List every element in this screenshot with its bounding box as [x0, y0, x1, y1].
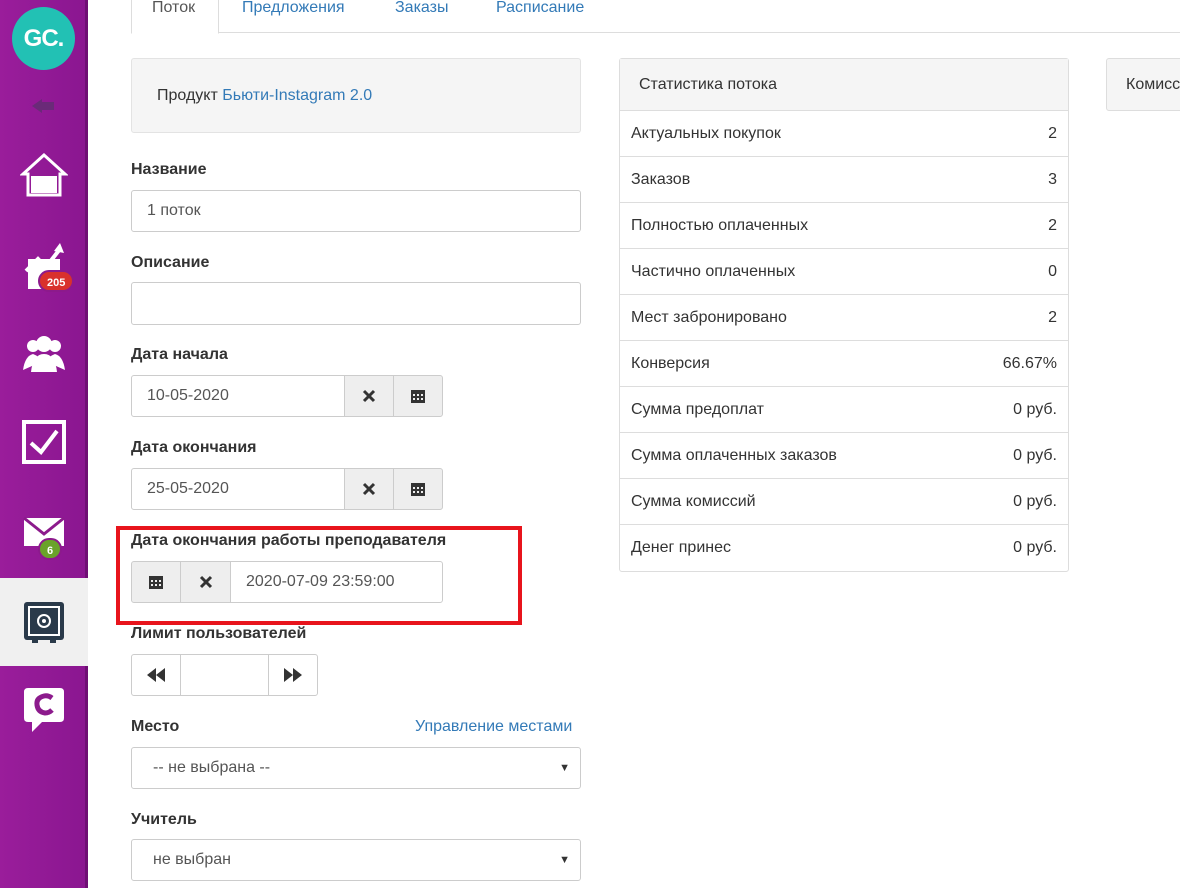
stats-label: Конверсия [631, 354, 710, 372]
stats-label: Сумма комиссий [631, 492, 756, 510]
description-input[interactable] [131, 282, 581, 325]
stats-value: 66.67% [1002, 354, 1057, 372]
name-input[interactable]: 1 поток [131, 190, 581, 232]
stats-row: Мест забронировано 2 [620, 295, 1068, 341]
collapse-icon[interactable] [30, 96, 56, 116]
calendar-icon [149, 576, 163, 589]
tab-schedule[interactable]: Расписание [496, 0, 584, 33]
teacher-end-clear-button[interactable] [180, 561, 231, 603]
stats-value: 3 [1048, 170, 1057, 188]
start-date-label: Дата начала [131, 346, 228, 363]
teacher-end-calendar-button[interactable] [131, 561, 181, 603]
start-date-input[interactable]: 10-05-2020 [131, 375, 345, 417]
chart-icon[interactable] [0, 222, 88, 310]
stats-value: 0 руб. [1013, 400, 1057, 418]
stats-row: Сумма оплаченных заказов 0 руб. [620, 433, 1068, 479]
manage-places-link[interactable]: Управление местами [415, 718, 572, 736]
stats-value: 0 руб. [1013, 539, 1057, 556]
stats-row: Сумма комиссий 0 руб. [620, 479, 1068, 525]
user-limit-input[interactable] [180, 654, 269, 696]
stats-row: Сумма предоплат 0 руб. [620, 387, 1068, 433]
limit-decrease-button[interactable] [131, 654, 181, 696]
end-date-label: Дата окончания [131, 439, 257, 456]
tabs-bar: Поток Предложения Заказы Расписание [131, 0, 1180, 34]
teacher-label: Учитель [131, 811, 197, 828]
stats-title: Статистика потока [620, 59, 1068, 111]
logo[interactable]: GC. [12, 7, 75, 70]
place-label: Место [131, 718, 180, 735]
start-date-clear-button[interactable] [344, 375, 394, 417]
stats-label: Заказов [631, 170, 691, 188]
close-icon [199, 575, 212, 589]
tab-orders[interactable]: Заказы [395, 0, 448, 33]
stats-label: Полностью оплаченных [631, 216, 809, 234]
stats-row: Частично оплаченных 0 [620, 249, 1068, 295]
stats-row: Заказов 3 [620, 157, 1068, 203]
stats-value: 0 руб. [1013, 492, 1057, 510]
commission-panel: Комисс [1106, 58, 1180, 111]
stats-row: Актуальных покупок 2 [620, 111, 1068, 157]
stats-label: Частично оплаченных [631, 262, 796, 280]
sidebar: GC. 205 6 [0, 0, 88, 888]
chat-icon[interactable] [0, 666, 88, 754]
user-limit-label: Лимит пользователей [131, 625, 307, 642]
close-icon [362, 389, 376, 403]
name-label: Название [131, 161, 207, 178]
teacher-select[interactable]: не выбран ▼ [131, 839, 581, 881]
backward-icon [147, 668, 165, 682]
stats-label: Мест забронировано [631, 308, 787, 326]
description-label: Описание [131, 254, 210, 271]
limit-increase-button[interactable] [268, 654, 318, 696]
stats-row: Конверсия 66.67% [620, 341, 1068, 387]
place-select-value: -- не выбрана -- [153, 759, 271, 776]
chevron-down-icon: ▼ [559, 854, 570, 866]
stats-label: Сумма предоплат [631, 400, 764, 418]
end-date-clear-button[interactable] [344, 468, 394, 510]
safe-icon[interactable] [0, 578, 88, 666]
teacher-end-input[interactable]: 2020-07-09 23:59:00 [230, 561, 443, 603]
stats-value: 0 руб. [1013, 446, 1057, 464]
chevron-down-icon: ▼ [559, 762, 570, 774]
stats-label: Денег принес [631, 539, 731, 556]
calendar-icon [411, 483, 425, 496]
stats-value: 0 [1048, 262, 1057, 280]
end-date-input[interactable]: 25-05-2020 [131, 468, 345, 510]
stats-value: 2 [1048, 216, 1057, 234]
forward-icon [284, 668, 302, 682]
stats-label: Актуальных покупок [631, 124, 781, 142]
tab-potok[interactable]: Поток [131, 0, 219, 34]
teacher-end-label: Дата окончания работы преподавателя [131, 532, 447, 549]
place-select[interactable]: -- не выбрана -- ▼ [131, 747, 581, 789]
messages-badge: 6 [38, 538, 63, 560]
close-icon [362, 482, 376, 496]
start-date-calendar-button[interactable] [393, 375, 443, 417]
product-prefix: Продукт [157, 87, 218, 104]
product-panel: Продукт Бьюти-Instagram 2.0 [131, 58, 581, 133]
product-link[interactable]: Бьюти-Instagram 2.0 [222, 87, 372, 104]
sales-badge: 205 [38, 270, 75, 292]
stats-value: 2 [1048, 308, 1057, 326]
stats-value: 2 [1048, 124, 1057, 142]
home-icon[interactable] [0, 131, 88, 219]
stats-label: Сумма оплаченных заказов [631, 446, 837, 464]
stats-panel: Статистика потока Актуальных покупок 2 За… [619, 58, 1069, 572]
stats-row: Полностью оплаченных 2 [620, 203, 1068, 249]
stats-row: Денег принес 0 руб. [620, 525, 1068, 571]
teacher-select-value: не выбран [153, 851, 231, 868]
mail-icon[interactable] [0, 488, 88, 576]
end-date-calendar-button[interactable] [393, 468, 443, 510]
checkbox-icon[interactable] [0, 398, 88, 486]
calendar-icon [411, 390, 425, 403]
tab-offers[interactable]: Предложения [242, 0, 345, 33]
users-icon[interactable] [0, 310, 88, 398]
